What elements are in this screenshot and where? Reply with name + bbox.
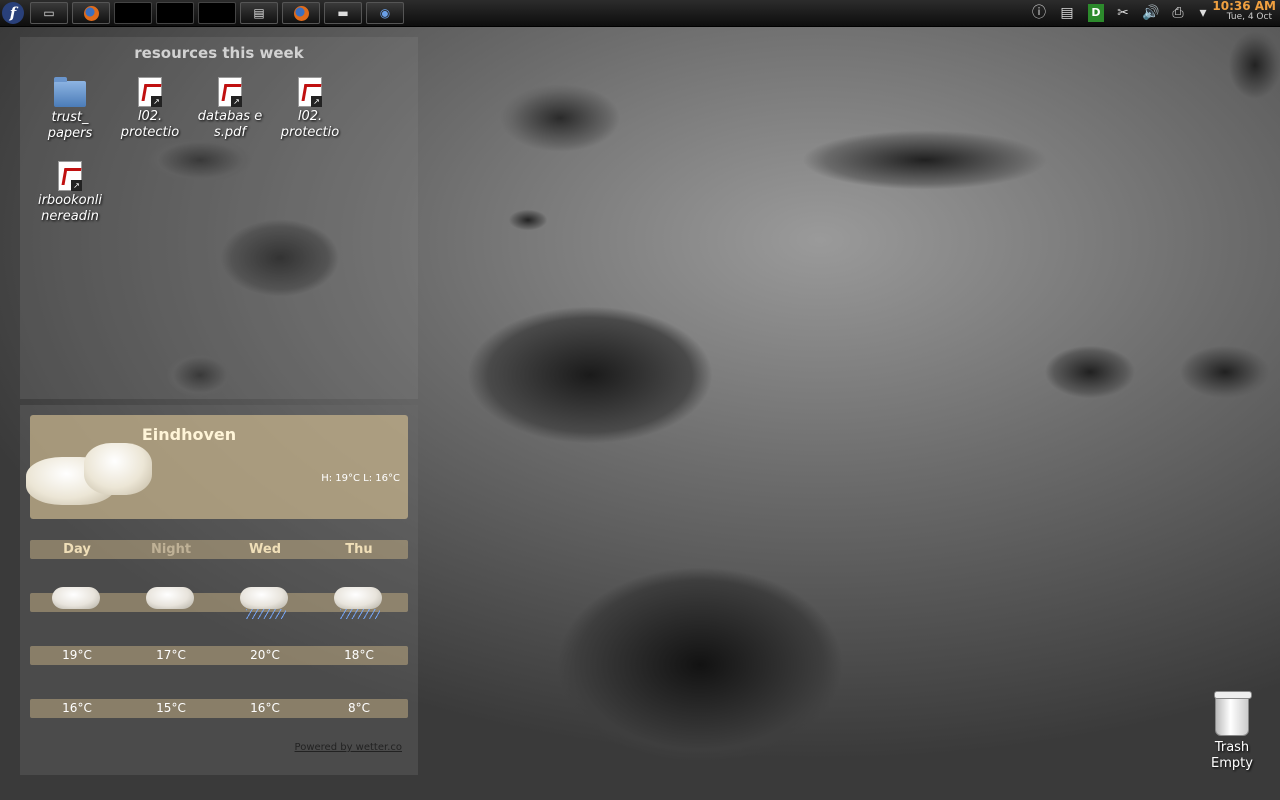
forecast-header: Night bbox=[150, 542, 192, 557]
show-desktop-button[interactable]: ▭ bbox=[30, 2, 68, 24]
high-temp: 18°C bbox=[344, 648, 374, 662]
desktop-icon-protection-2[interactable]: ↗ l02. protectio bbox=[274, 77, 346, 141]
clipboard-icon[interactable]: ▤ bbox=[1058, 4, 1076, 22]
cloudy-icon bbox=[52, 587, 100, 609]
info-icon[interactable]: ⓘ bbox=[1030, 4, 1048, 22]
desktop-icon-protection-1[interactable]: ↗ l02. protectio bbox=[114, 77, 186, 141]
pdf-icon: ↗ bbox=[58, 161, 82, 191]
d-icon[interactable]: D bbox=[1088, 4, 1104, 22]
powered-by-link[interactable]: Powered by wetter.co bbox=[295, 742, 402, 753]
window-icon: ▬ bbox=[337, 6, 349, 20]
desktop-icon-databases[interactable]: ↗ databas e s.pdf bbox=[194, 77, 266, 141]
trash-status: Empty bbox=[1211, 756, 1253, 771]
trash-icon-item[interactable]: Trash Empty bbox=[1196, 691, 1268, 772]
tray-arrow-icon[interactable]: ▾ bbox=[1196, 4, 1210, 22]
volume-icon[interactable]: 🔊 bbox=[1140, 4, 1162, 22]
rain-icon bbox=[340, 609, 380, 619]
forecast-header-row: Day Night Wed Thu bbox=[30, 540, 408, 559]
current-weather: Eindhoven H: 19°C L: 16°C bbox=[26, 415, 408, 519]
rain-cloud-icon bbox=[334, 587, 382, 609]
rain-icon bbox=[246, 609, 286, 619]
low-temp: 8°C bbox=[347, 701, 370, 715]
high-temp: 17°C bbox=[156, 648, 186, 662]
app-launcher-button[interactable]: ◉ bbox=[366, 2, 404, 24]
resources-widget: resources this week trust_ papers ↗ l02.… bbox=[20, 37, 418, 399]
low-temp: 16°C bbox=[250, 701, 280, 715]
icon-label: databas e s.pdf bbox=[197, 109, 263, 140]
low-temp: 16°C bbox=[62, 701, 92, 715]
taskbar-slot-2[interactable] bbox=[156, 2, 194, 24]
high-temp: 20°C bbox=[250, 648, 280, 662]
pdf-icon: ↗ bbox=[138, 77, 162, 107]
forecast-header: Day bbox=[63, 542, 91, 557]
scissors-icon[interactable]: ✂ bbox=[1114, 4, 1132, 22]
app-icon: ◉ bbox=[379, 6, 391, 20]
firefox-icon bbox=[83, 6, 99, 21]
icon-label: l02. protectio bbox=[120, 109, 180, 140]
forecast-low-row: 16°C 15°C 16°C 8°C bbox=[30, 699, 408, 718]
trash-label: Trash bbox=[1214, 740, 1250, 755]
icon-label: irbookonli nereadin bbox=[37, 193, 103, 224]
firefox-launcher-button[interactable] bbox=[72, 2, 110, 24]
low-temp: 15°C bbox=[156, 701, 186, 715]
desktop-icon: ▭ bbox=[43, 6, 55, 20]
top-panel: f ▭ ▤ ▬ ◉ ⓘ ▤ D ✂ 🔊 ⎙ ▾ 10:36 AM Tue, 4 … bbox=[0, 0, 1280, 27]
fedora-menu-icon[interactable]: f bbox=[2, 2, 24, 24]
printer-icon[interactable]: ⎙ bbox=[1168, 4, 1188, 22]
folder-icon bbox=[54, 77, 86, 107]
firefox-launcher-button-2[interactable] bbox=[282, 2, 320, 24]
high-low-temp: H: 19°C L: 16°C bbox=[321, 473, 400, 484]
taskbar-slot-1[interactable] bbox=[114, 2, 152, 24]
icon-label: trust_ papers bbox=[47, 110, 93, 141]
high-temp: 19°C bbox=[62, 648, 92, 662]
cloudy-icon bbox=[146, 587, 194, 609]
clock-date: Tue, 4 Oct bbox=[1226, 12, 1272, 22]
resources-title: resources this week bbox=[134, 44, 304, 62]
rain-cloud-icon bbox=[240, 587, 288, 609]
taskbar-slot-3[interactable] bbox=[198, 2, 236, 24]
firefox-icon bbox=[293, 6, 309, 21]
cloud-puff bbox=[84, 443, 152, 495]
city-name: Eindhoven bbox=[141, 425, 237, 444]
workspace-icon: ▤ bbox=[253, 6, 265, 20]
icon-label: l02. protectio bbox=[280, 109, 340, 140]
minimized-window-button[interactable]: ▬ bbox=[324, 2, 362, 24]
weather-widget: Eindhoven H: 19°C L: 16°C Day Night Wed … bbox=[20, 405, 418, 775]
desktop-icon-trust-papers[interactable]: trust_ papers bbox=[34, 77, 106, 142]
trash-icon bbox=[1214, 691, 1252, 736]
workspace-switcher-button[interactable]: ▤ bbox=[240, 2, 278, 24]
forecast-icon-row bbox=[30, 587, 408, 619]
forecast-header: Thu bbox=[345, 542, 373, 557]
desktop-icon-irbook[interactable]: ↗ irbookonli nereadin bbox=[34, 161, 106, 225]
forecast-high-row: 19°C 17°C 20°C 18°C bbox=[30, 646, 408, 665]
pdf-icon: ↗ bbox=[298, 77, 322, 107]
pdf-icon: ↗ bbox=[218, 77, 242, 107]
forecast-header: Wed bbox=[249, 542, 281, 557]
